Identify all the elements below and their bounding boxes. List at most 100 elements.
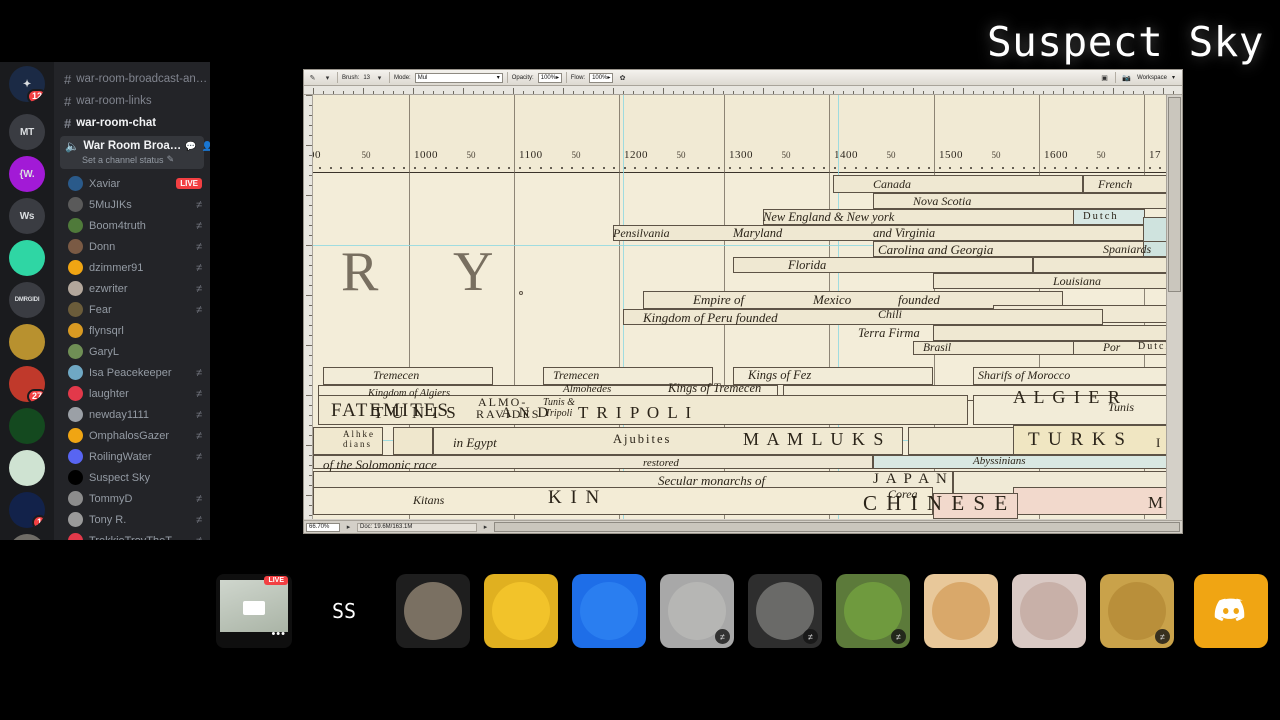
member-item[interactable]: newday1111 ≠ xyxy=(68,404,202,425)
screen-root: Suspect Sky ✦12MT{W.WsDMRGIDI27114✦SS+✦ … xyxy=(0,0,1280,720)
axis-tick-label: 1200 xyxy=(624,149,648,161)
axis-tick-label: 50 xyxy=(1096,150,1106,160)
muted-icon: ≠ xyxy=(195,219,202,232)
member-item[interactable]: GaryL xyxy=(68,341,202,362)
avatar xyxy=(68,344,83,359)
channel-item-war-room-links[interactable]: # war-room-links xyxy=(60,90,204,112)
vertical-ruler xyxy=(304,95,313,519)
member-item[interactable]: ezwriter ≠ xyxy=(68,278,202,299)
timeline-label: New England & New york xyxy=(763,210,895,224)
workspace-label[interactable]: Workspace xyxy=(1137,75,1167,81)
member-item[interactable]: Fear ≠ xyxy=(68,299,202,320)
server-nored[interactable]: 27 xyxy=(9,366,45,402)
server-mint[interactable] xyxy=(9,450,45,486)
timeline-label: founded xyxy=(898,292,940,307)
timeline-band xyxy=(393,427,433,455)
participant-3[interactable] xyxy=(572,574,646,648)
more-options-icon[interactable]: ••• xyxy=(271,628,286,640)
timeline-label: Terra Firma xyxy=(858,326,920,340)
channel-item-war-room-broadcast-an-[interactable]: # war-room-broadcast-an… xyxy=(60,68,207,90)
channel-item-war-room-chat[interactable]: # war-room-chat xyxy=(60,112,204,134)
self-tile[interactable]: SS xyxy=(306,574,382,648)
participant-2[interactable] xyxy=(484,574,558,648)
discord-logo-tile[interactable] xyxy=(1194,574,1268,648)
member-item[interactable]: laughter ≠ xyxy=(68,383,202,404)
canvas-vertical-scrollbar[interactable] xyxy=(1166,95,1182,519)
chat-icon[interactable]: 💬 xyxy=(185,141,196,152)
hash-icon: # xyxy=(64,115,72,131)
server-mt[interactable]: MT xyxy=(9,114,45,150)
blend-mode-select[interactable]: Mul ▾ xyxy=(414,72,503,83)
status-menu-icon[interactable]: ▸ xyxy=(343,522,354,533)
member-item[interactable]: flynsqrl xyxy=(68,320,202,341)
participant-5[interactable]: ≠ xyxy=(748,574,822,648)
timeline-label: T U R K S xyxy=(1028,429,1127,450)
photoshop-options-bar: ✎ ▾ Brush: 13 ▾ Mode: Mul ▾ Opacity: 100%… xyxy=(304,70,1182,86)
timeline-label: Kings of Tremecen xyxy=(668,381,762,395)
avatar xyxy=(68,239,83,254)
channel-label: war-room-links xyxy=(76,95,152,107)
timeline-label: C H I N E S E xyxy=(863,491,1010,515)
member-name: GaryL xyxy=(89,345,119,358)
canvas-horizontal-scrollbar[interactable] xyxy=(494,522,1180,532)
server-ws[interactable]: Ws xyxy=(9,198,45,234)
zoom-level[interactable]: 66.70% xyxy=(306,522,340,532)
member-item[interactable]: dzimmer91 ≠ xyxy=(68,257,202,278)
speaker-icon: 🔈 xyxy=(65,141,80,153)
screen-mode-icon[interactable]: ▣ xyxy=(1099,72,1110,83)
brush-tool-icon[interactable]: ✎ xyxy=(307,72,318,83)
avatar xyxy=(1020,582,1078,640)
participant-9[interactable]: ≠ xyxy=(1100,574,1174,648)
muted-icon: ≠ xyxy=(195,408,202,421)
member-item[interactable]: Suspect Sky xyxy=(68,467,202,488)
member-item[interactable]: RoilingWater ≠ xyxy=(68,446,202,467)
brush-size-value[interactable]: 13 xyxy=(363,75,370,81)
participant-6[interactable]: ≠ xyxy=(836,574,910,648)
participant-7[interactable] xyxy=(924,574,998,648)
member-item[interactable]: 5MuJIKs ≠ xyxy=(68,194,202,215)
screen-share-tile[interactable]: LIVE ••• xyxy=(216,574,292,648)
member-item[interactable]: TommyD ≠ xyxy=(68,488,202,509)
participant-4[interactable]: ≠ xyxy=(660,574,734,648)
timeline-label: Ajubites xyxy=(613,432,672,446)
airbrush-icon[interactable]: ✿ xyxy=(617,72,628,83)
voice-channel-selected[interactable]: 🔈 War Room Broa… 💬 👤 ⚙ Set a channel sta… xyxy=(60,136,210,169)
status-expand-icon[interactable]: ▸ xyxy=(480,522,491,533)
member-item[interactable]: Tony R. ≠ xyxy=(68,509,202,530)
participant-1[interactable] xyxy=(396,574,470,648)
photoshop-canvas[interactable]: 0050100050110050120050130050140050150050… xyxy=(313,95,1166,519)
member-item[interactable]: OmphalosGazer ≠ xyxy=(68,425,202,446)
avatar xyxy=(68,323,83,338)
participant-8[interactable] xyxy=(1012,574,1086,648)
flow-input[interactable]: 100% ▸ xyxy=(589,72,614,83)
brush-preset-chevron-icon[interactable]: ▾ xyxy=(374,72,385,83)
opacity-input[interactable]: 100% ▸ xyxy=(537,72,562,83)
axis-tick-label: 50 xyxy=(571,150,581,160)
tool-preset-chevron-icon[interactable]: ▾ xyxy=(322,72,333,83)
timeline-label: Canada xyxy=(873,177,912,191)
server-green[interactable] xyxy=(9,408,45,444)
server-dmt[interactable]: ✦ 12 xyxy=(9,66,45,102)
server-dmrgidi[interactable]: DMRGIDI xyxy=(9,282,45,318)
channel-status-prompt[interactable]: Set a channel status ✎ xyxy=(82,154,199,165)
timeline-band xyxy=(833,175,1083,193)
avatar xyxy=(68,197,83,212)
server-orb[interactable] xyxy=(9,240,45,276)
pencil-icon: ✎ xyxy=(166,154,175,164)
timeline-label: Brasil xyxy=(923,342,952,354)
timeline-label: Dutch xyxy=(1138,341,1166,352)
server-gold[interactable] xyxy=(9,324,45,360)
bridge-icon[interactable]: 📷 xyxy=(1121,72,1132,83)
member-item[interactable]: Xaviar LIVE xyxy=(68,173,202,194)
member-name: Tony R. xyxy=(89,513,127,526)
server-w[interactable]: {W. xyxy=(9,156,45,192)
timeline-label: A L G I E R xyxy=(1013,387,1122,407)
workspace-chevron-icon[interactable]: ▾ xyxy=(1172,74,1175,81)
member-item[interactable]: Donn ≠ xyxy=(68,236,202,257)
avatar xyxy=(404,582,462,640)
member-item[interactable]: Isa Peacekeeper ≠ xyxy=(68,362,202,383)
invite-icon[interactable]: 👤 xyxy=(202,141,210,152)
member-item[interactable]: Boom4truth ≠ xyxy=(68,215,202,236)
server-blue[interactable]: 1 xyxy=(9,492,45,528)
opacity-label: Opacity: xyxy=(511,74,534,81)
